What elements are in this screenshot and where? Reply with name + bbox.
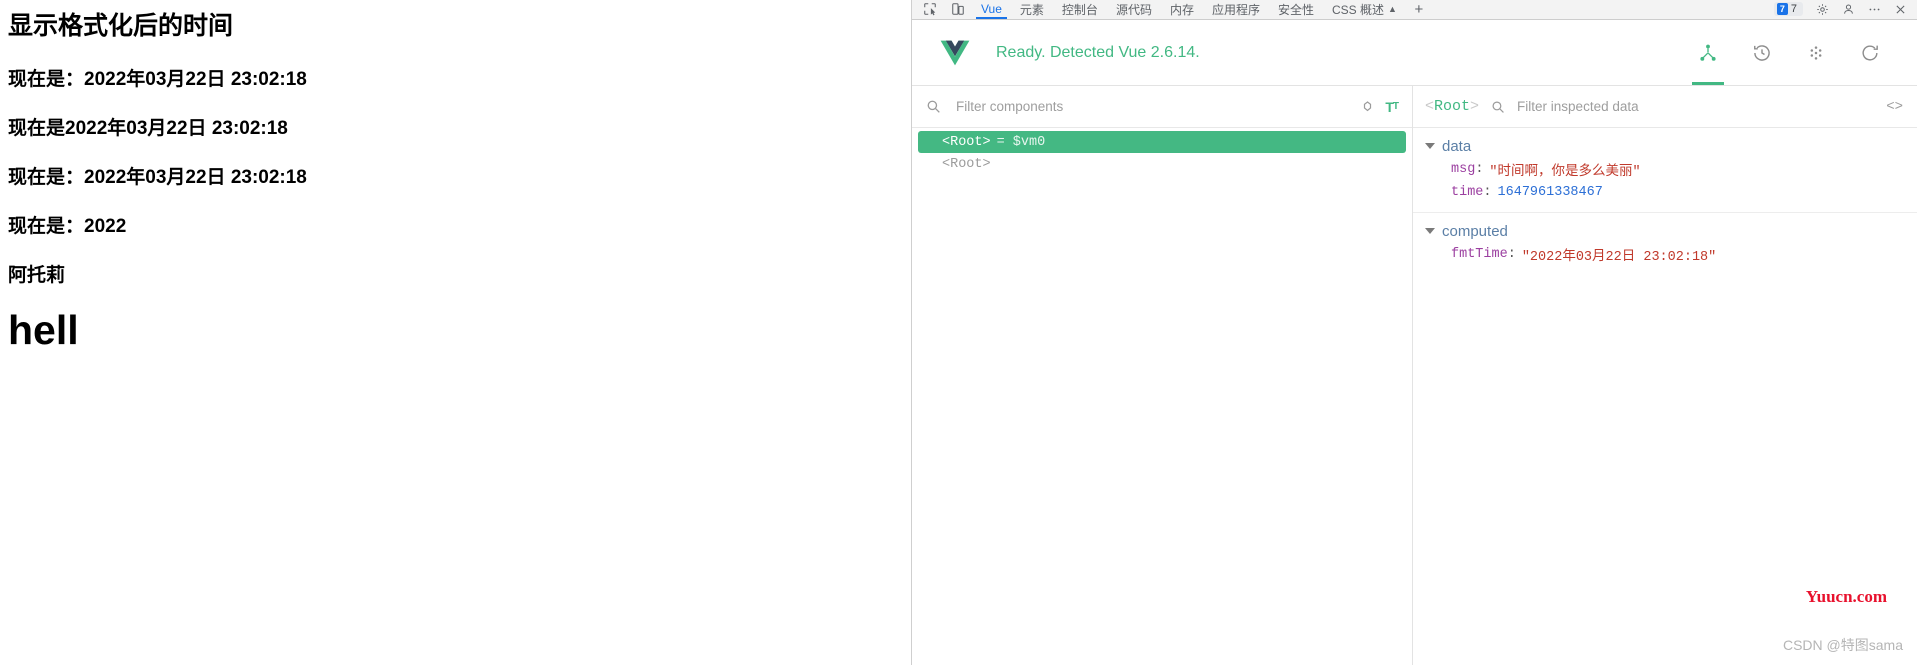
customize-icon[interactable]	[1835, 0, 1861, 19]
screen-root: 显示格式化后的时间 现在是：2022年03月22日 23:02:18 现在是20…	[0, 0, 1917, 665]
state-value: "时间啊，你是多么美丽"	[1489, 165, 1641, 180]
devtools-panel: Vue 元素 控制台 源代码 内存 应用程序 安全性 CSS 概述 ▲ + 7 …	[911, 0, 1917, 665]
state-key: msg	[1451, 162, 1476, 177]
tree-row-tag: <Root>	[942, 156, 991, 172]
angle-close: >	[1470, 98, 1480, 115]
tab-security-label: 安全性	[1277, 2, 1314, 17]
tree-row-root[interactable]: <Root>	[918, 153, 1406, 175]
tree-row-tag: <Root>	[942, 134, 991, 150]
vue-logo-icon	[940, 40, 970, 66]
tree-row-ref: = $vm0	[996, 134, 1046, 150]
code-view-icon[interactable]: <>	[1886, 99, 1903, 115]
state-row-fmttime[interactable]: fmtTime: "2022年03月22日 23:02:18"	[1413, 243, 1917, 266]
tab-memory-label: 内存	[1169, 2, 1194, 17]
time-line-3: 现在是：2022年03月22日 23:02:18	[8, 167, 307, 188]
state-group-header[interactable]: data	[1413, 134, 1917, 158]
state-group-data: data msg: "时间啊，你是多么美丽" time:1647961338467	[1413, 128, 1917, 213]
settings-tab-icon[interactable]	[1789, 20, 1843, 85]
state-value: "2022年03月22日 23:02:18"	[1521, 250, 1717, 265]
issues-count: 7	[1790, 3, 1797, 15]
tab-application[interactable]: 应用程序	[1203, 0, 1269, 19]
inspect-element-icon[interactable]	[916, 0, 944, 19]
page-title: 显示格式化后的时间	[8, 12, 234, 40]
vue-header-actions	[1681, 20, 1897, 85]
web-page-viewport: 显示格式化后的时间 现在是：2022年03月22日 23:02:18 现在是20…	[0, 0, 911, 665]
component-tree: <Root> = $vm0 <Root>	[912, 128, 1412, 665]
time-line-2: 现在是2022年03月22日 23:02:18	[8, 118, 288, 139]
device-toolbar-icon[interactable]	[944, 0, 972, 19]
name-line: 阿托莉	[8, 265, 66, 286]
root-name: Root	[1434, 98, 1471, 115]
text-size-icon[interactable]: TT	[1385, 99, 1399, 115]
inspected-state: data msg: "时间啊，你是多么美丽" time:1647961338467…	[1413, 128, 1917, 665]
time-line-1: 现在是：2022年03月22日 23:02:18	[8, 69, 307, 90]
target-icon[interactable]	[1360, 99, 1375, 114]
timeline-tab-icon[interactable]	[1735, 20, 1789, 85]
tab-sources-label: 源代码	[1115, 2, 1152, 17]
tab-css-overview-label: CSS 概述	[1332, 2, 1385, 17]
watermark-yuucn: Yuucn.com	[1805, 587, 1887, 606]
vue-devtools-header: Ready. Detected Vue 2.6.14.	[912, 20, 1917, 86]
caret-down-icon	[1425, 143, 1435, 149]
time-line-4: 现在是：2022	[8, 216, 127, 237]
state-group-name: data	[1442, 137, 1472, 155]
close-icon[interactable]	[1887, 0, 1913, 19]
gear-icon[interactable]	[1809, 0, 1835, 19]
tab-console-label: 控制台	[1061, 2, 1098, 17]
devtools-tabbar: Vue 元素 控制台 源代码 内存 应用程序 安全性 CSS 概述 ▲ + 7 …	[912, 0, 1917, 20]
tab-security[interactable]: 安全性	[1269, 0, 1323, 19]
inspector-filter-bar: <Root> <>	[1413, 86, 1917, 128]
tab-console[interactable]: 控制台	[1053, 0, 1107, 19]
tab-memory[interactable]: 内存	[1161, 0, 1203, 19]
tab-vue-label: Vue	[981, 2, 1002, 16]
tab-vue[interactable]: Vue	[972, 0, 1011, 19]
devtools-body: TT <Root> = $vm0 <Root> <Root>	[912, 86, 1917, 665]
watermark-csdn: CSDN @特图sama	[1782, 637, 1903, 653]
components-tab-icon[interactable]	[1681, 20, 1735, 85]
tree-row-root-selected[interactable]: <Root> = $vm0	[918, 131, 1406, 153]
state-row-time[interactable]: time:1647961338467	[1413, 181, 1917, 204]
component-filter-input[interactable]	[954, 98, 1351, 115]
search-icon	[926, 99, 941, 114]
tab-sources[interactable]: 源代码	[1107, 0, 1161, 19]
component-tree-pane: TT <Root> = $vm0 <Root>	[912, 86, 1413, 665]
angle-open: <	[1425, 98, 1435, 115]
warning-triangle-icon: ▲	[1388, 4, 1397, 14]
refresh-icon[interactable]	[1843, 20, 1897, 85]
tab-elements[interactable]: 元素	[1011, 0, 1053, 19]
state-row-msg[interactable]: msg: "时间啊，你是多么美丽"	[1413, 158, 1917, 181]
big-heading: hell	[8, 307, 79, 353]
component-filter-bar: TT	[912, 86, 1412, 128]
more-options-icon[interactable]	[1861, 0, 1887, 19]
state-group-name: computed	[1442, 222, 1508, 240]
more-tabs-button[interactable]: +	[1406, 0, 1432, 19]
issues-badge[interactable]: 7 7	[1773, 2, 1803, 16]
tab-application-label: 应用程序	[1211, 2, 1260, 17]
state-group-header[interactable]: computed	[1413, 219, 1917, 243]
vue-status-text: Ready. Detected Vue 2.6.14.	[996, 43, 1200, 61]
state-group-computed: computed fmtTime: "2022年03月22日 23:02:18"	[1413, 213, 1917, 274]
devtools-tabbar-actions: 7 7	[1773, 0, 1917, 19]
search-icon	[1491, 100, 1505, 114]
caret-down-icon	[1425, 228, 1435, 234]
inspector-pane: <Root> <> data	[1413, 86, 1917, 665]
state-key: time	[1451, 185, 1484, 200]
state-key: fmtTime	[1451, 247, 1508, 262]
tab-css-overview[interactable]: CSS 概述 ▲	[1323, 0, 1406, 19]
inspected-component-name: <Root>	[1425, 98, 1479, 115]
inspected-data-filter-input[interactable]	[1515, 98, 1887, 115]
state-value: 1647961338467	[1497, 185, 1603, 200]
tab-elements-label: 元素	[1019, 2, 1044, 17]
issues-chip-icon: 7	[1776, 3, 1788, 15]
